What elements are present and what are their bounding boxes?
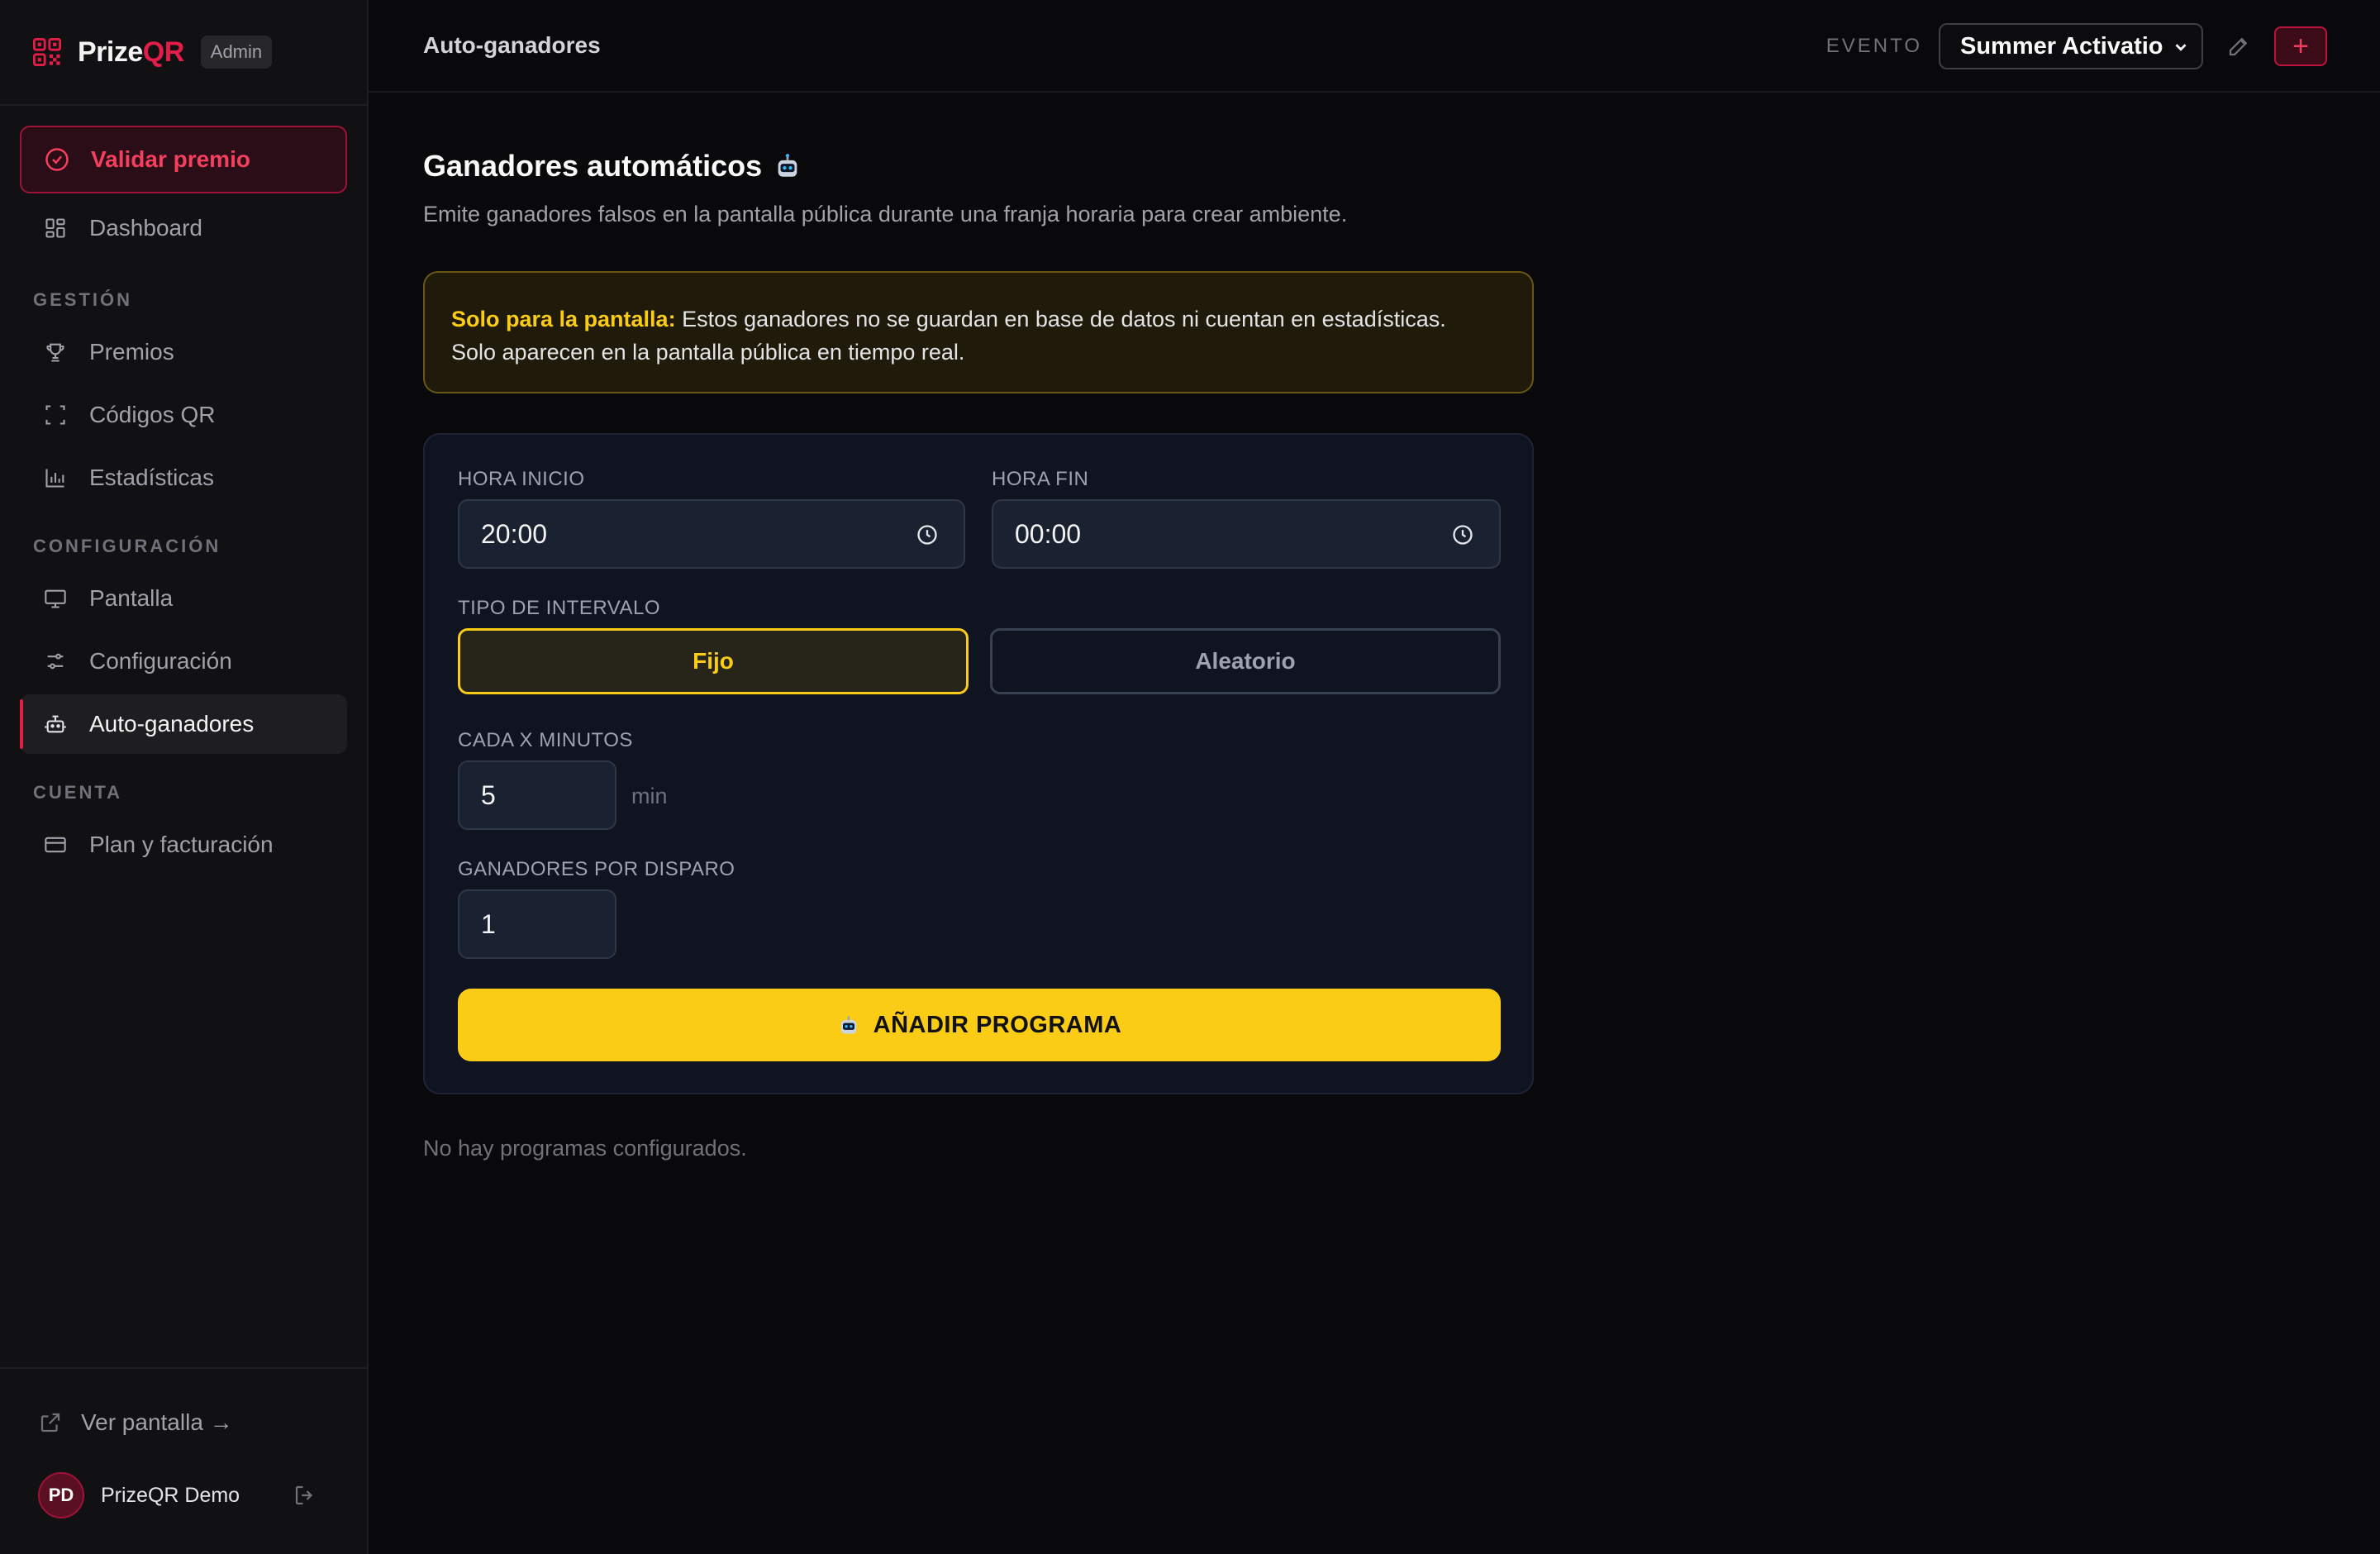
cada-minutos-label: CADA X MINUTOS [458,729,633,751]
sidebar-item-label: Auto-ganadores [89,711,255,736]
bar-chart-icon [43,465,68,490]
empty-programs-message: No hay programas configurados. [423,1136,747,1161]
sidebar-item-label: Premios [89,339,174,365]
sidebar: PrizeQR Admin Validar premio Dashboard G… [0,0,369,1554]
section-cuenta: CUENTA [33,782,123,803]
brand-name: PrizeQR [78,36,184,68]
section-configuracion: CONFIGURACIÓN [33,536,221,556]
warning-text-line1: Estos ganadores no se guardan en base de… [675,307,1446,331]
ganadores-input[interactable]: 1 [458,889,616,959]
check-circle-icon [45,147,69,172]
sliders-icon [43,649,68,674]
sidebar-item-label: Configuración [89,648,232,674]
sidebar-item-label: Códigos QR [89,402,216,427]
monitor-icon [43,586,68,611]
page-title: Ganadores automáticos [423,149,802,184]
ver-pantalla-label: Ver pantalla → [81,1409,233,1435]
cada-minutos-input[interactable]: 5 [458,760,616,830]
sidebar-item-label: Pantalla [89,585,174,611]
hora-inicio-input[interactable]: 20:00 [458,499,965,569]
ganadores-label: GANADORES POR DISPARO [458,858,735,880]
hora-inicio-value: 20:00 [481,518,548,549]
hora-fin-value: 00:00 [1015,518,1082,549]
admin-badge: Admin [200,36,273,69]
warning-text-line2: Solo aparecen en la pantalla pública en … [451,340,965,365]
sidebar-item-label: Estadísticas [89,465,214,490]
sidebar-item-premios[interactable]: Premios [20,322,347,382]
external-link-icon [40,1413,60,1432]
sidebar-nav: Validar premio Dashboard GESTIÓN Premios… [0,106,367,875]
schedule-form-card: HORA INICIO 20:00 HORA FIN 00:00 TIPO DE… [423,433,1534,1094]
evento-label: EVENTO [1825,35,1922,57]
trophy-icon [43,340,68,365]
brand[interactable]: PrizeQR Admin [0,0,367,106]
sidebar-footer: Ver pantalla → PD PrizeQR Demo [0,1367,367,1554]
ver-pantalla-link[interactable]: Ver pantalla → [33,1395,334,1450]
cada-minutos-unit: min [631,784,668,808]
warning-banner: Solo para la pantalla: Estos ganadores n… [423,271,1534,393]
add-program-label: AÑADIR PROGRAMA [873,1011,1122,1038]
robot-icon [778,154,797,177]
validar-premio-button[interactable]: Validar premio [20,126,347,193]
sidebar-item-dashboard[interactable]: Dashboard [20,195,347,261]
sidebar-item-codigos-qr[interactable]: Códigos QR [20,385,347,445]
section-gestion: GESTIÓN [33,289,133,310]
intervalo-fijo-toggle[interactable]: Fijo [458,628,969,694]
logout-icon[interactable] [293,1483,317,1508]
chevron-down-icon [2175,44,2187,51]
sidebar-item-auto-ganadores[interactable]: Auto-ganadores [20,694,347,754]
sidebar-item-plan[interactable]: Plan y facturación [20,815,347,875]
qr-logo-icon [33,38,61,66]
user-name: PrizeQR Demo [101,1483,240,1507]
grid-icon [43,216,68,241]
add-program-button[interactable]: AÑADIR PROGRAMA [458,989,1501,1061]
top-header: Auto-ganadores EVENTO Summer Activation … [369,0,2380,93]
add-event-button[interactable]: + [2274,26,2327,66]
avatar[interactable]: PD [38,1472,84,1518]
header-actions: EVENTO Summer Activation + [1826,23,2327,69]
robot-icon [43,712,68,736]
credit-card-icon [43,832,68,857]
evento-selected-value: Summer Activation [1960,32,2163,60]
validar-premio-label: Validar premio [91,146,250,172]
sidebar-item-pantalla[interactable]: Pantalla [20,569,347,628]
sidebar-item-configuracion[interactable]: Configuración [20,632,347,691]
clock-icon[interactable] [916,523,939,546]
page-title-text: Ganadores automáticos [423,149,763,183]
tipo-intervalo-label: TIPO DE INTERVALO [458,597,660,619]
evento-select[interactable]: Summer Activation [1939,23,2203,69]
robot-icon [840,1016,856,1034]
page-subtitle: Emite ganadores falsos en la pantalla pú… [423,202,1348,226]
intervalo-aleatorio-toggle[interactable]: Aleatorio [990,628,1501,694]
pencil-icon[interactable] [2226,34,2251,59]
hora-inicio-label: HORA INICIO [458,468,585,490]
scan-icon [43,403,68,427]
sidebar-item-label: Plan y facturación [89,832,274,857]
hora-fin-input[interactable]: 00:00 [992,499,1501,569]
user-row: PD PrizeQR Demo [33,1466,334,1524]
sidebar-item-estadisticas[interactable]: Estadísticas [20,448,347,508]
hora-fin-label: HORA FIN [992,468,1089,490]
clock-icon[interactable] [1451,523,1474,546]
sidebar-item-label: Dashboard [89,215,202,241]
page-breadcrumb: Auto-ganadores [423,32,601,58]
warning-strong: Solo para la pantalla: [451,307,676,331]
